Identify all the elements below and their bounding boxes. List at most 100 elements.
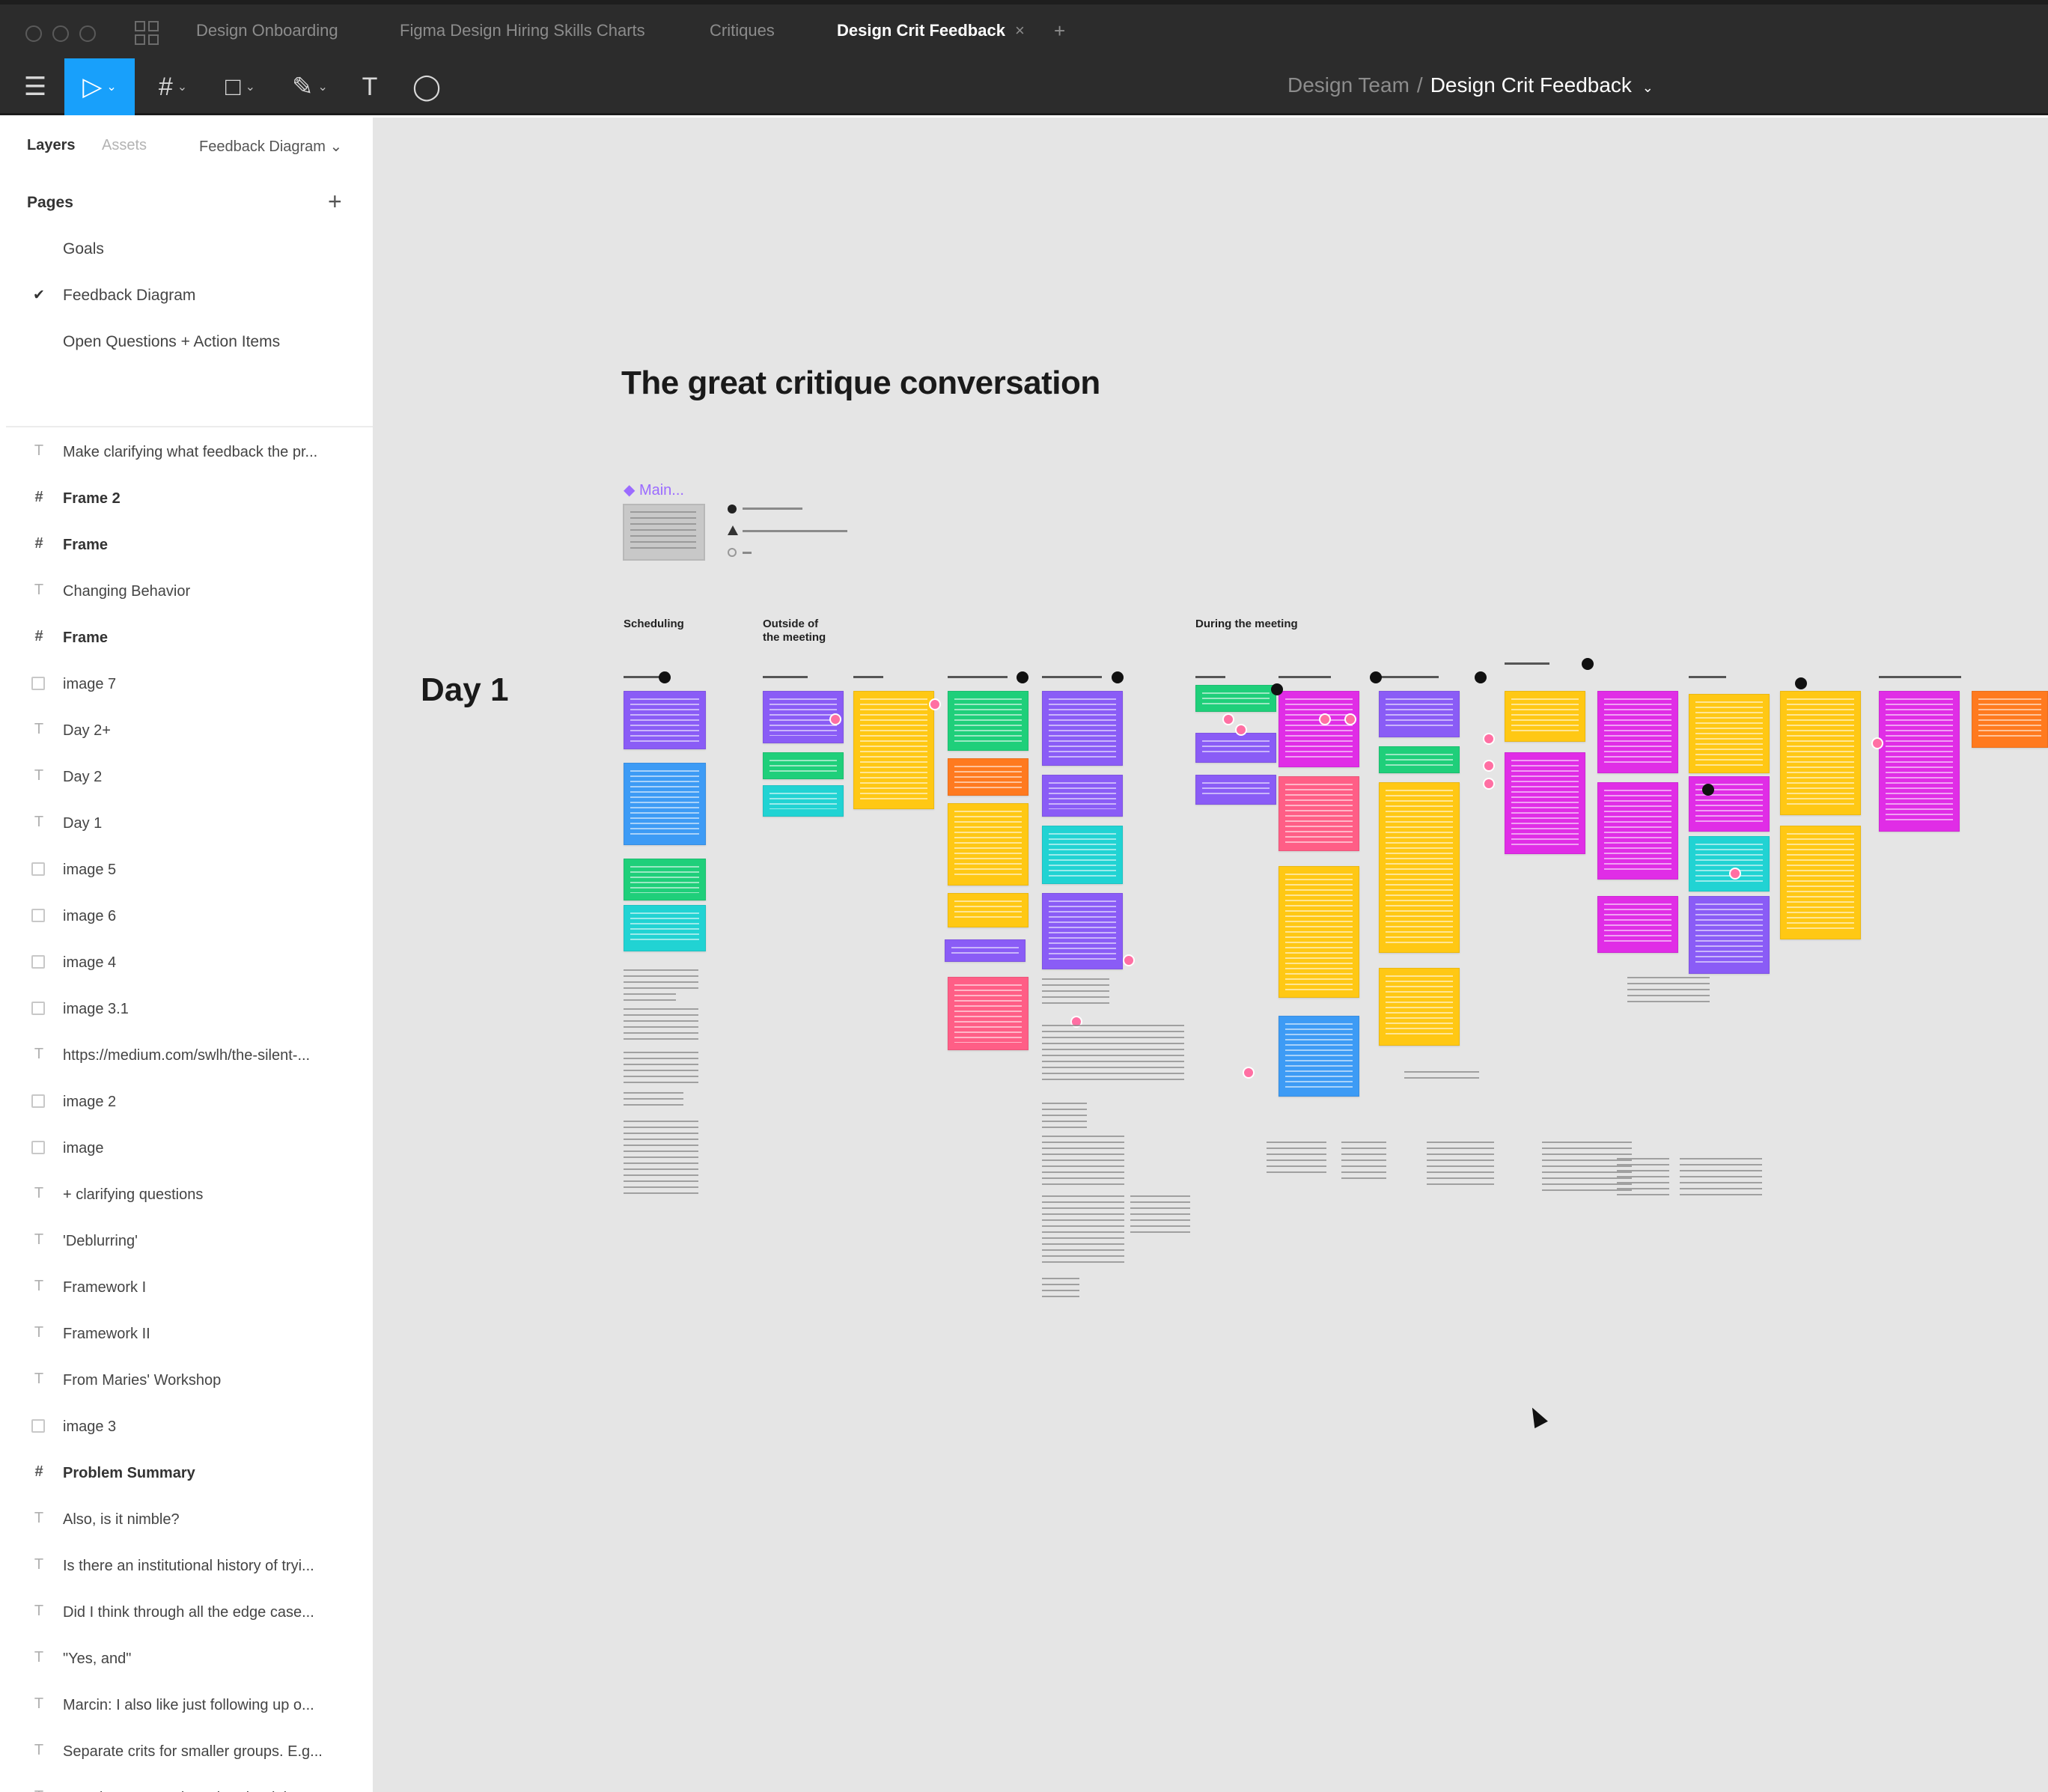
sticky-note-green[interactable] [624,859,706,900]
sticky-note-yellow[interactable] [1689,694,1770,773]
annotation-text[interactable] [624,993,676,1001]
grid-icon[interactable] [135,21,159,45]
sticky-note-purple[interactable] [945,939,1025,962]
layer-row[interactable]: T Day 2 [6,763,373,793]
pen-tool-button[interactable]: ✎ ⌄ [281,58,338,115]
page-switcher-dropdown[interactable]: Feedback Diagram ⌄ [199,137,342,156]
page-item-feedback-diagram[interactable]: Feedback Diagram [63,287,195,305]
annotation-text[interactable] [624,1008,698,1043]
annotation-text[interactable] [1042,1103,1087,1130]
avatar[interactable] [1483,760,1495,772]
layer-row[interactable]: image 3.1 [6,995,373,1025]
sticky-note-teal[interactable] [1689,836,1770,892]
tab-design-onboarding[interactable]: Design Onboarding [196,21,338,40]
layer-row[interactable]: T Changing Behavior [6,577,373,607]
sticky-note-teal[interactable] [624,905,706,951]
sticky-note-green[interactable] [1195,685,1276,712]
layer-row[interactable]: T Day 1 [6,809,373,839]
sticky-note-purple[interactable] [1042,893,1123,969]
sticky-note-purple[interactable] [624,691,706,749]
add-page-button[interactable]: + [328,188,342,216]
sticky-note-yellow[interactable] [1279,866,1359,998]
annotation-text[interactable] [1042,1136,1124,1188]
annotation-text[interactable] [1341,1142,1386,1183]
layer-row[interactable]: T Did I think through all the edge case..… [6,1598,373,1628]
annotation-text[interactable] [1042,1025,1184,1085]
sticky-note-magenta[interactable] [1505,752,1585,854]
sticky-note-yellow[interactable] [1780,691,1861,815]
layer-row[interactable]: T Marcin: I also like just following up o… [6,1691,373,1721]
sticky-note-yellow[interactable] [1505,691,1585,742]
layer-row[interactable]: Thttps://medium.com/swlh/the-silent-... [6,1041,373,1071]
tab-assets[interactable]: Assets [102,137,147,154]
sticky-note-magenta[interactable] [1879,691,1960,832]
layer-row[interactable]: image 5 [6,856,373,886]
avatar[interactable] [1222,713,1234,725]
annotation-text[interactable] [624,969,698,989]
layer-row[interactable]: T Make clarifying what feedback the pr... [6,438,373,468]
avatar[interactable] [929,698,941,710]
annotation-text[interactable] [624,1052,698,1086]
avatar[interactable] [1319,713,1331,725]
day-label[interactable]: Day 1 [421,671,508,709]
component-label[interactable]: ◆ Main... [624,481,684,499]
sticky-note-yellow[interactable] [1780,826,1861,939]
layer-row[interactable]: image 7 [6,670,373,700]
sticky-note-teal[interactable] [1042,826,1123,884]
sticky-note-yellow[interactable] [1379,968,1460,1046]
avatar[interactable] [829,713,841,725]
layer-row[interactable]: T2 x 3 hours a week. Is that the right..… [6,1784,373,1792]
avatar[interactable] [1235,724,1247,736]
avatar[interactable] [1123,954,1135,966]
sticky-note-green[interactable] [1379,746,1460,773]
avatar[interactable] [1483,778,1495,790]
annotation-text[interactable] [1404,1071,1479,1082]
sticky-note-pink[interactable] [948,977,1028,1050]
breadcrumb-team[interactable]: Design Team [1287,73,1409,97]
section-during-meeting[interactable]: During the meeting [1195,618,1298,631]
sticky-note-magenta[interactable] [1597,691,1678,773]
layer-row[interactable]: T Framework II [6,1320,373,1350]
sticky-note-green[interactable] [763,752,844,779]
close-tab-icon[interactable]: × [1015,21,1025,40]
sticky-note-pink[interactable] [1279,776,1359,851]
annotation-text[interactable] [624,1092,683,1109]
layer-row[interactable]: image 2 [6,1088,373,1118]
frame-tool-button[interactable]: # ⌄ [147,58,199,115]
section-scheduling[interactable]: Scheduling [624,618,684,631]
layer-row[interactable]: image [6,1134,373,1164]
sticky-note-teal[interactable] [763,785,844,817]
layer-row[interactable]: T + clarifying questions [6,1180,373,1210]
sticky-note-magenta[interactable] [1689,776,1770,832]
sticky-note-purple[interactable] [1195,775,1276,805]
sticky-note-purple[interactable] [1195,733,1276,763]
avatar[interactable] [1729,868,1741,880]
annotation-text[interactable] [1130,1195,1190,1237]
main-menu-icon[interactable]: ☰ [16,58,54,115]
annotation-text[interactable] [1267,1142,1326,1176]
move-tool-button[interactable]: ▷ ⌄ [64,58,135,115]
layer-row[interactable]: T Also, is it nimble? [6,1505,373,1535]
sticky-note-orange[interactable] [1972,691,2048,748]
sticky-note-purple[interactable] [1042,691,1123,766]
page-item-goals[interactable]: Goals [63,240,104,258]
sticky-note-yellow[interactable] [1379,782,1460,953]
tab-layers[interactable]: Layers [27,137,76,154]
layer-row[interactable]: # Frame 2 [6,484,373,514]
layer-row[interactable]: # Problem Summary [6,1459,373,1489]
window-zoom-control[interactable] [79,25,96,42]
sticky-note-magenta[interactable] [1279,691,1359,767]
layer-row[interactable]: T Separate crits for smaller groups. E.g.… [6,1737,373,1767]
layer-row[interactable]: T "Yes, and" [6,1645,373,1674]
sticky-note-blue[interactable] [1279,1016,1359,1097]
window-close-control[interactable] [25,25,42,42]
annotation-text[interactable] [1427,1142,1494,1186]
annotation-text[interactable] [1617,1158,1669,1195]
annotation-text[interactable] [1042,1278,1079,1302]
avatar[interactable] [1483,733,1495,745]
comment-tool-button[interactable]: ◯ [409,58,445,115]
layer-row[interactable]: # Frame [6,624,373,653]
sticky-note-blue[interactable] [624,763,706,845]
page-item-open-questions[interactable]: Open Questions + Action Items [63,333,280,351]
layer-row[interactable]: image 4 [6,948,373,978]
